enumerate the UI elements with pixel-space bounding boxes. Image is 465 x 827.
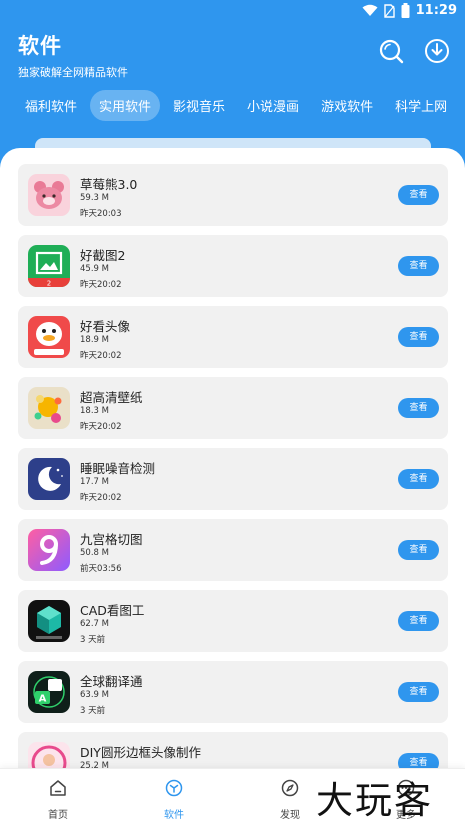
- tab-proxy[interactable]: 科学上网: [386, 90, 456, 121]
- watermark: 大玩客: [316, 779, 433, 822]
- download-icon[interactable]: [424, 38, 450, 64]
- nav-home[interactable]: 首页: [0, 769, 116, 827]
- app-size: 18.9 M: [80, 335, 109, 345]
- app-size: 18.3 M: [80, 406, 109, 416]
- battery-icon: [401, 3, 410, 18]
- view-button[interactable]: 查看: [398, 682, 439, 702]
- list-item[interactable]: A 全球翻译通 63.9 M 3 天前 查看: [18, 661, 448, 723]
- status-bar: 11:29: [0, 0, 465, 24]
- sim-icon: [383, 3, 395, 18]
- moon-icon: [28, 458, 70, 500]
- view-button[interactable]: 查看: [398, 327, 439, 347]
- svg-text:2: 2: [47, 280, 51, 288]
- app-list: 草莓熊3.0 59.3 M 昨天20:03 查看 2 好截图2 45.9 M 昨…: [18, 164, 448, 803]
- nine-grid-icon: [28, 529, 70, 571]
- app-name: 全球翻译通: [80, 674, 143, 689]
- strawberry-bear-icon: [28, 174, 70, 216]
- tab-games[interactable]: 游戏软件: [312, 90, 382, 121]
- tab-novel-comic[interactable]: 小说漫画: [238, 90, 308, 121]
- app-size: 50.8 M: [80, 548, 109, 558]
- list-item[interactable]: 草莓熊3.0 59.3 M 昨天20:03 查看: [18, 164, 448, 226]
- app-size: 45.9 M: [80, 264, 109, 274]
- svg-text:A: A: [39, 694, 47, 705]
- app-name: 九宫格切图: [80, 532, 143, 547]
- app-date: 昨天20:02: [80, 422, 122, 432]
- app-date: 前天03:56: [80, 564, 122, 574]
- wallpaper-icon: [28, 387, 70, 429]
- view-button[interactable]: 查看: [398, 469, 439, 489]
- app-size: 59.3 M: [80, 193, 109, 203]
- nav-label: 软件: [164, 810, 184, 821]
- page-subtitle: 独家破解全网精品软件: [18, 66, 128, 79]
- app-date: 昨天20:03: [80, 209, 122, 219]
- nav-software[interactable]: 软件: [116, 769, 232, 827]
- screenshot-icon: 2: [28, 245, 70, 287]
- app-name: DIY圆形边框头像制作: [80, 745, 201, 760]
- list-item[interactable]: 好看头像 18.9 M 昨天20:02 查看: [18, 306, 448, 368]
- status-time: 11:29: [415, 3, 457, 18]
- cad-cube-icon: [28, 600, 70, 642]
- app-size: 63.9 M: [80, 690, 109, 700]
- view-button[interactable]: 查看: [398, 540, 439, 560]
- list-item[interactable]: 超高清壁纸 18.3 M 昨天20:02 查看: [18, 377, 448, 439]
- app-date: 昨天20:02: [80, 351, 122, 361]
- tab-utility[interactable]: 实用软件: [90, 90, 161, 121]
- duck-avatar-icon: [28, 316, 70, 358]
- app-size: 62.7 M: [80, 619, 109, 629]
- page-title: 软件: [18, 34, 62, 58]
- list-item[interactable]: 睡眠噪音检测 17.7 M 昨天20:02 查看: [18, 448, 448, 510]
- view-button[interactable]: 查看: [398, 185, 439, 205]
- view-button[interactable]: 查看: [398, 256, 439, 276]
- search-icon[interactable]: [378, 38, 404, 64]
- tab-video-music[interactable]: 影视音乐: [164, 90, 234, 121]
- wifi-icon: [362, 4, 378, 16]
- app-name: 草莓熊3.0: [80, 177, 138, 192]
- page-header: 软件 独家破解全网精品软件: [18, 30, 128, 80]
- tab-welfare[interactable]: 福利软件: [16, 90, 86, 121]
- app-name: 超高清壁纸: [80, 390, 143, 405]
- view-button[interactable]: 查看: [398, 398, 439, 418]
- app-date: 3 天前: [80, 706, 106, 716]
- home-icon: [50, 780, 66, 796]
- app-name: 好截图2: [80, 248, 126, 263]
- app-name: 睡眠噪音检测: [80, 461, 156, 476]
- view-button[interactable]: 查看: [398, 611, 439, 631]
- nav-label: 首页: [48, 810, 68, 821]
- compass-icon: [281, 779, 299, 797]
- category-tabs: 福利软件 实用软件 影视音乐 小说漫画 游戏软件 科学上网: [16, 90, 456, 121]
- app-date: 昨天20:02: [80, 493, 122, 503]
- list-item[interactable]: 2 好截图2 45.9 M 昨天20:02 查看: [18, 235, 448, 297]
- app-name: CAD看图工: [80, 603, 145, 618]
- list-item[interactable]: 九宫格切图 50.8 M 前天03:56 查看: [18, 519, 448, 581]
- list-item[interactable]: CAD看图工 62.7 M 3 天前 查看: [18, 590, 448, 652]
- app-date: 3 天前: [80, 635, 106, 645]
- app-name: 好看头像: [80, 319, 131, 334]
- app-size: 17.7 M: [80, 477, 109, 487]
- app-date: 昨天20:02: [80, 280, 122, 290]
- content-sheet: 草莓熊3.0 59.3 M 昨天20:03 查看 2 好截图2 45.9 M 昨…: [0, 148, 465, 827]
- translate-icon: A: [28, 671, 70, 713]
- software-icon: [165, 779, 183, 797]
